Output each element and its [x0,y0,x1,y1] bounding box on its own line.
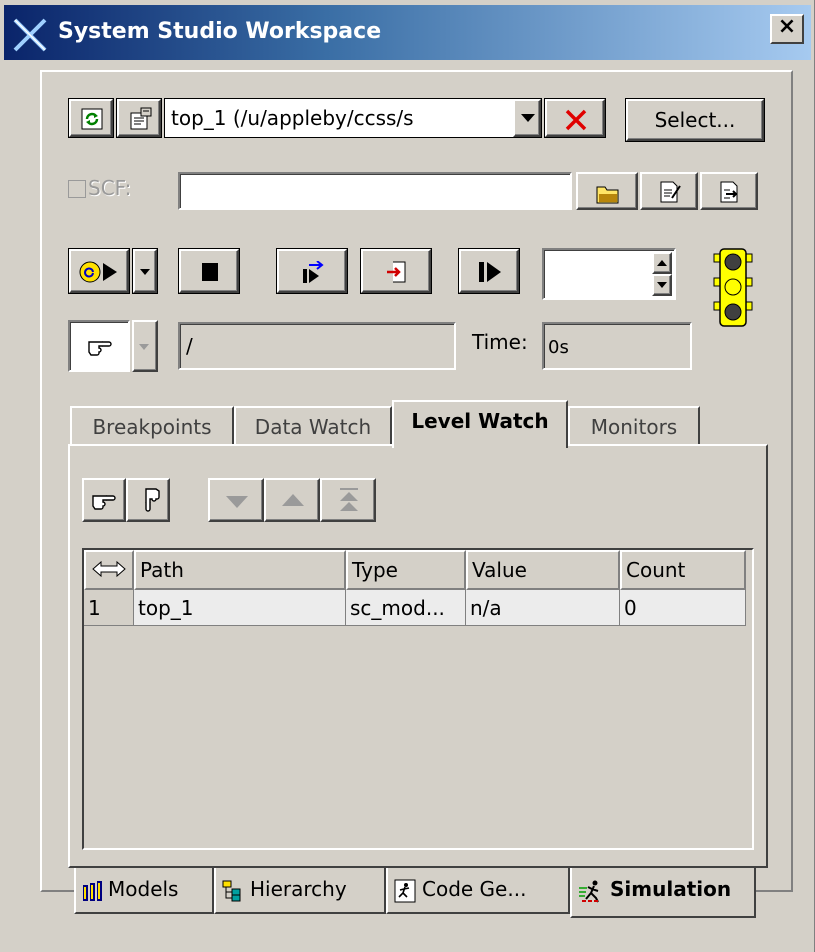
design-selector-value: top_1 (/u/appleby/ccss/s [171,106,414,130]
cell-value: n/a [466,590,620,626]
scf-edit-button[interactable] [640,172,698,210]
level-watch-grid: Path Type Value Count 1 top_1 sc_mod... … [82,548,754,850]
resize-columns-button[interactable] [84,550,134,590]
tab-data-watch[interactable]: Data Watch [234,406,392,446]
tab-hierarchy-label: Hierarchy [250,877,347,901]
hierarchy-icon [222,880,244,902]
step-icon [479,262,517,282]
tab-code-gen-label: Code Ge... [422,877,527,901]
arrow-down-icon [657,282,670,288]
tab-simulation[interactable]: Simulation [570,868,756,918]
tab-simulation-label: Simulation [610,877,732,901]
move-down-button[interactable] [208,478,264,522]
traffic-light-icon [712,248,754,328]
cell-type: sc_mod... [346,590,466,626]
stop-button[interactable] [178,248,240,294]
grid-header-value[interactable]: Value [466,550,620,590]
tab-hierarchy[interactable]: Hierarchy [214,868,386,914]
simulation-icon [578,879,604,903]
time-label: Time: [472,330,528,354]
folder-open-icon [596,182,636,204]
properties-icon [129,107,159,131]
scf-browse-button[interactable] [576,172,638,210]
step-button[interactable] [458,248,520,294]
move-to-top-icon [340,488,374,512]
export-document-icon [718,180,756,204]
workspace-window: System Studio Workspace × top_1 (/u/appl… [0,0,815,952]
spinner-down-button[interactable] [652,274,672,296]
app-logo-icon [12,17,48,53]
bottom-tab-strip: Models Hierarchy Code Ge... Simulation [74,868,774,918]
step-over-button[interactable] [276,248,348,294]
pointing-hand-icon [92,490,124,510]
grid-header-count[interactable]: Count [620,550,746,590]
cell-count: 0 [620,590,746,626]
double-arrow-horizontal-icon [92,560,132,578]
hand-down-icon [140,488,168,512]
pointer-mode-box[interactable] [68,320,130,372]
tab-models[interactable]: Models [74,868,214,914]
delete-x-icon [564,108,603,132]
title-bar[interactable]: System Studio Workspace [4,5,811,60]
tab-strip: Breakpoints Data Watch Level Watch Monit… [70,400,770,448]
chevron-down-icon [139,344,156,350]
grid-header-path[interactable]: Path [134,550,346,590]
pointer-mode-dropdown[interactable] [132,320,158,372]
arrow-up-icon [657,260,670,266]
delete-button[interactable] [544,98,606,138]
run-mode-dropdown[interactable] [132,248,158,294]
run-icon [79,261,127,283]
triangle-down-icon [226,496,262,508]
step-count-spinner[interactable] [542,248,676,300]
level-watch-content: Path Type Value Count 1 top_1 sc_mod... … [68,444,768,868]
row-index: 1 [84,590,134,626]
tab-code-gen[interactable]: Code Ge... [386,868,570,914]
tab-monitors[interactable]: Monitors [568,406,700,446]
scf-export-button[interactable] [700,172,758,210]
step-over-icon [301,261,345,283]
remove-watch-button[interactable] [126,478,170,522]
simulation-panel: top_1 (/u/appleby/ccss/s Select... SCF: [40,70,793,918]
chevron-down-icon [521,114,539,122]
close-button[interactable]: × [770,14,804,44]
pointing-hand-icon [88,336,128,356]
edit-document-icon [658,180,696,204]
step-into-icon [385,260,429,284]
design-selector[interactable]: top_1 (/u/appleby/ccss/s [164,98,542,138]
scf-checkbox-label: SCF: [88,176,132,200]
step-into-button[interactable] [360,248,432,294]
refresh-button[interactable] [68,98,114,138]
time-value-field: 0s [542,322,692,370]
window-title: System Studio Workspace [58,19,382,44]
scf-checkbox[interactable] [68,180,86,198]
chevron-down-icon [140,269,155,275]
design-dropdown-button[interactable] [513,99,541,137]
cell-path: top_1 [134,590,346,626]
scf-path-input[interactable] [178,172,572,210]
move-top-button[interactable] [320,478,376,522]
grid-header-type[interactable]: Type [346,550,466,590]
tab-breakpoints[interactable]: Breakpoints [70,406,234,446]
select-button-label: Select... [626,99,764,141]
refresh-icon [81,108,111,130]
add-watch-button[interactable] [82,478,126,522]
run-button[interactable] [68,248,130,294]
table-row[interactable]: 1 top_1 sc_mod... n/a 0 [84,590,746,626]
select-button[interactable]: Select... [625,98,765,142]
grid-header-row: Path Type Value Count [84,550,750,590]
move-up-button[interactable] [264,478,320,522]
tab-models-label: Models [108,877,179,901]
triangle-up-icon [282,494,318,506]
tab-level-watch[interactable]: Level Watch [392,400,568,448]
code-gen-icon [394,879,416,903]
spinner-up-button[interactable] [652,252,672,274]
models-icon [82,880,104,902]
properties-button[interactable] [116,98,162,138]
stop-icon [202,263,237,281]
scope-path-field: / [178,322,456,370]
